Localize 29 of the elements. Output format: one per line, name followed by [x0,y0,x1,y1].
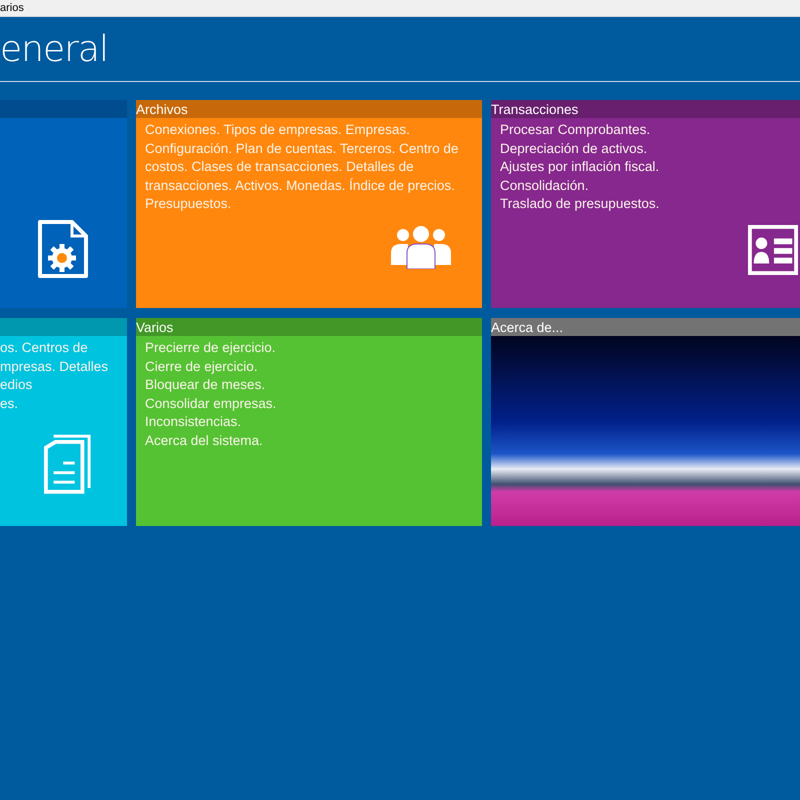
menu-text: Acerca del sistema. [145,432,264,450]
menu-text: Procesar Comprobantes. [500,121,652,139]
tile-title: Transacciones [491,100,800,118]
menu-text: Traslado de presupuestos. [500,195,660,214]
people-icon [390,225,452,269]
menu-tile[interactable] [136,100,482,308]
page-title: eneral [0,28,108,70]
menu-text: Bloquear de meses. [145,376,266,394]
menu-tile[interactable] [0,100,127,308]
menu-text: os. Centros de [0,339,89,357]
menu-tile[interactable]: Varios Precierre de ejercicio. Cierre de ejercicio. Bloquear de meses. Consolidar empresas. Inconsistencias. Acerca del sistema. [136,318,482,526]
menu-text: Precierre de ejercicio. [145,339,277,357]
menu-text: mpresas. Detalles [0,358,110,376]
menu-text: Ajustes por inflación fiscal. [500,158,660,176]
id-card-icon [748,224,798,276]
tile-title: Varios [136,318,482,336]
menu-text: Conexiones. Tipos de empresas. Empresas. Configuración. Plan de cuentas. Terceros. Centro de costos. Clases de transacciones. Detalles de transacciones. Activos. Monedas. Índice de precios. Presupuestos. [145,121,460,214]
menu-text: Consolidar empresas. [145,394,278,413]
tile-title: Archivos [136,100,482,118]
menu-tile[interactable]: Transacciones Procesar Comprobantes. Depreciación de activos. Ajustes por inflación fiscal. Consolidación. Traslado de presupuestos. [491,100,800,308]
documents-icon [44,433,92,495]
menu-text: Consolidación. [500,176,590,195]
window-title: arios [0,2,24,14]
menu-text: Cierre de ejercicio. [145,358,259,376]
document-gear-icon [38,220,88,278]
menu-text: es. [0,394,20,413]
menu-text: edios [0,376,34,394]
menu-text: Inconsistencias. [145,413,242,432]
menu-text: Depreciación de activos. [500,140,648,158]
